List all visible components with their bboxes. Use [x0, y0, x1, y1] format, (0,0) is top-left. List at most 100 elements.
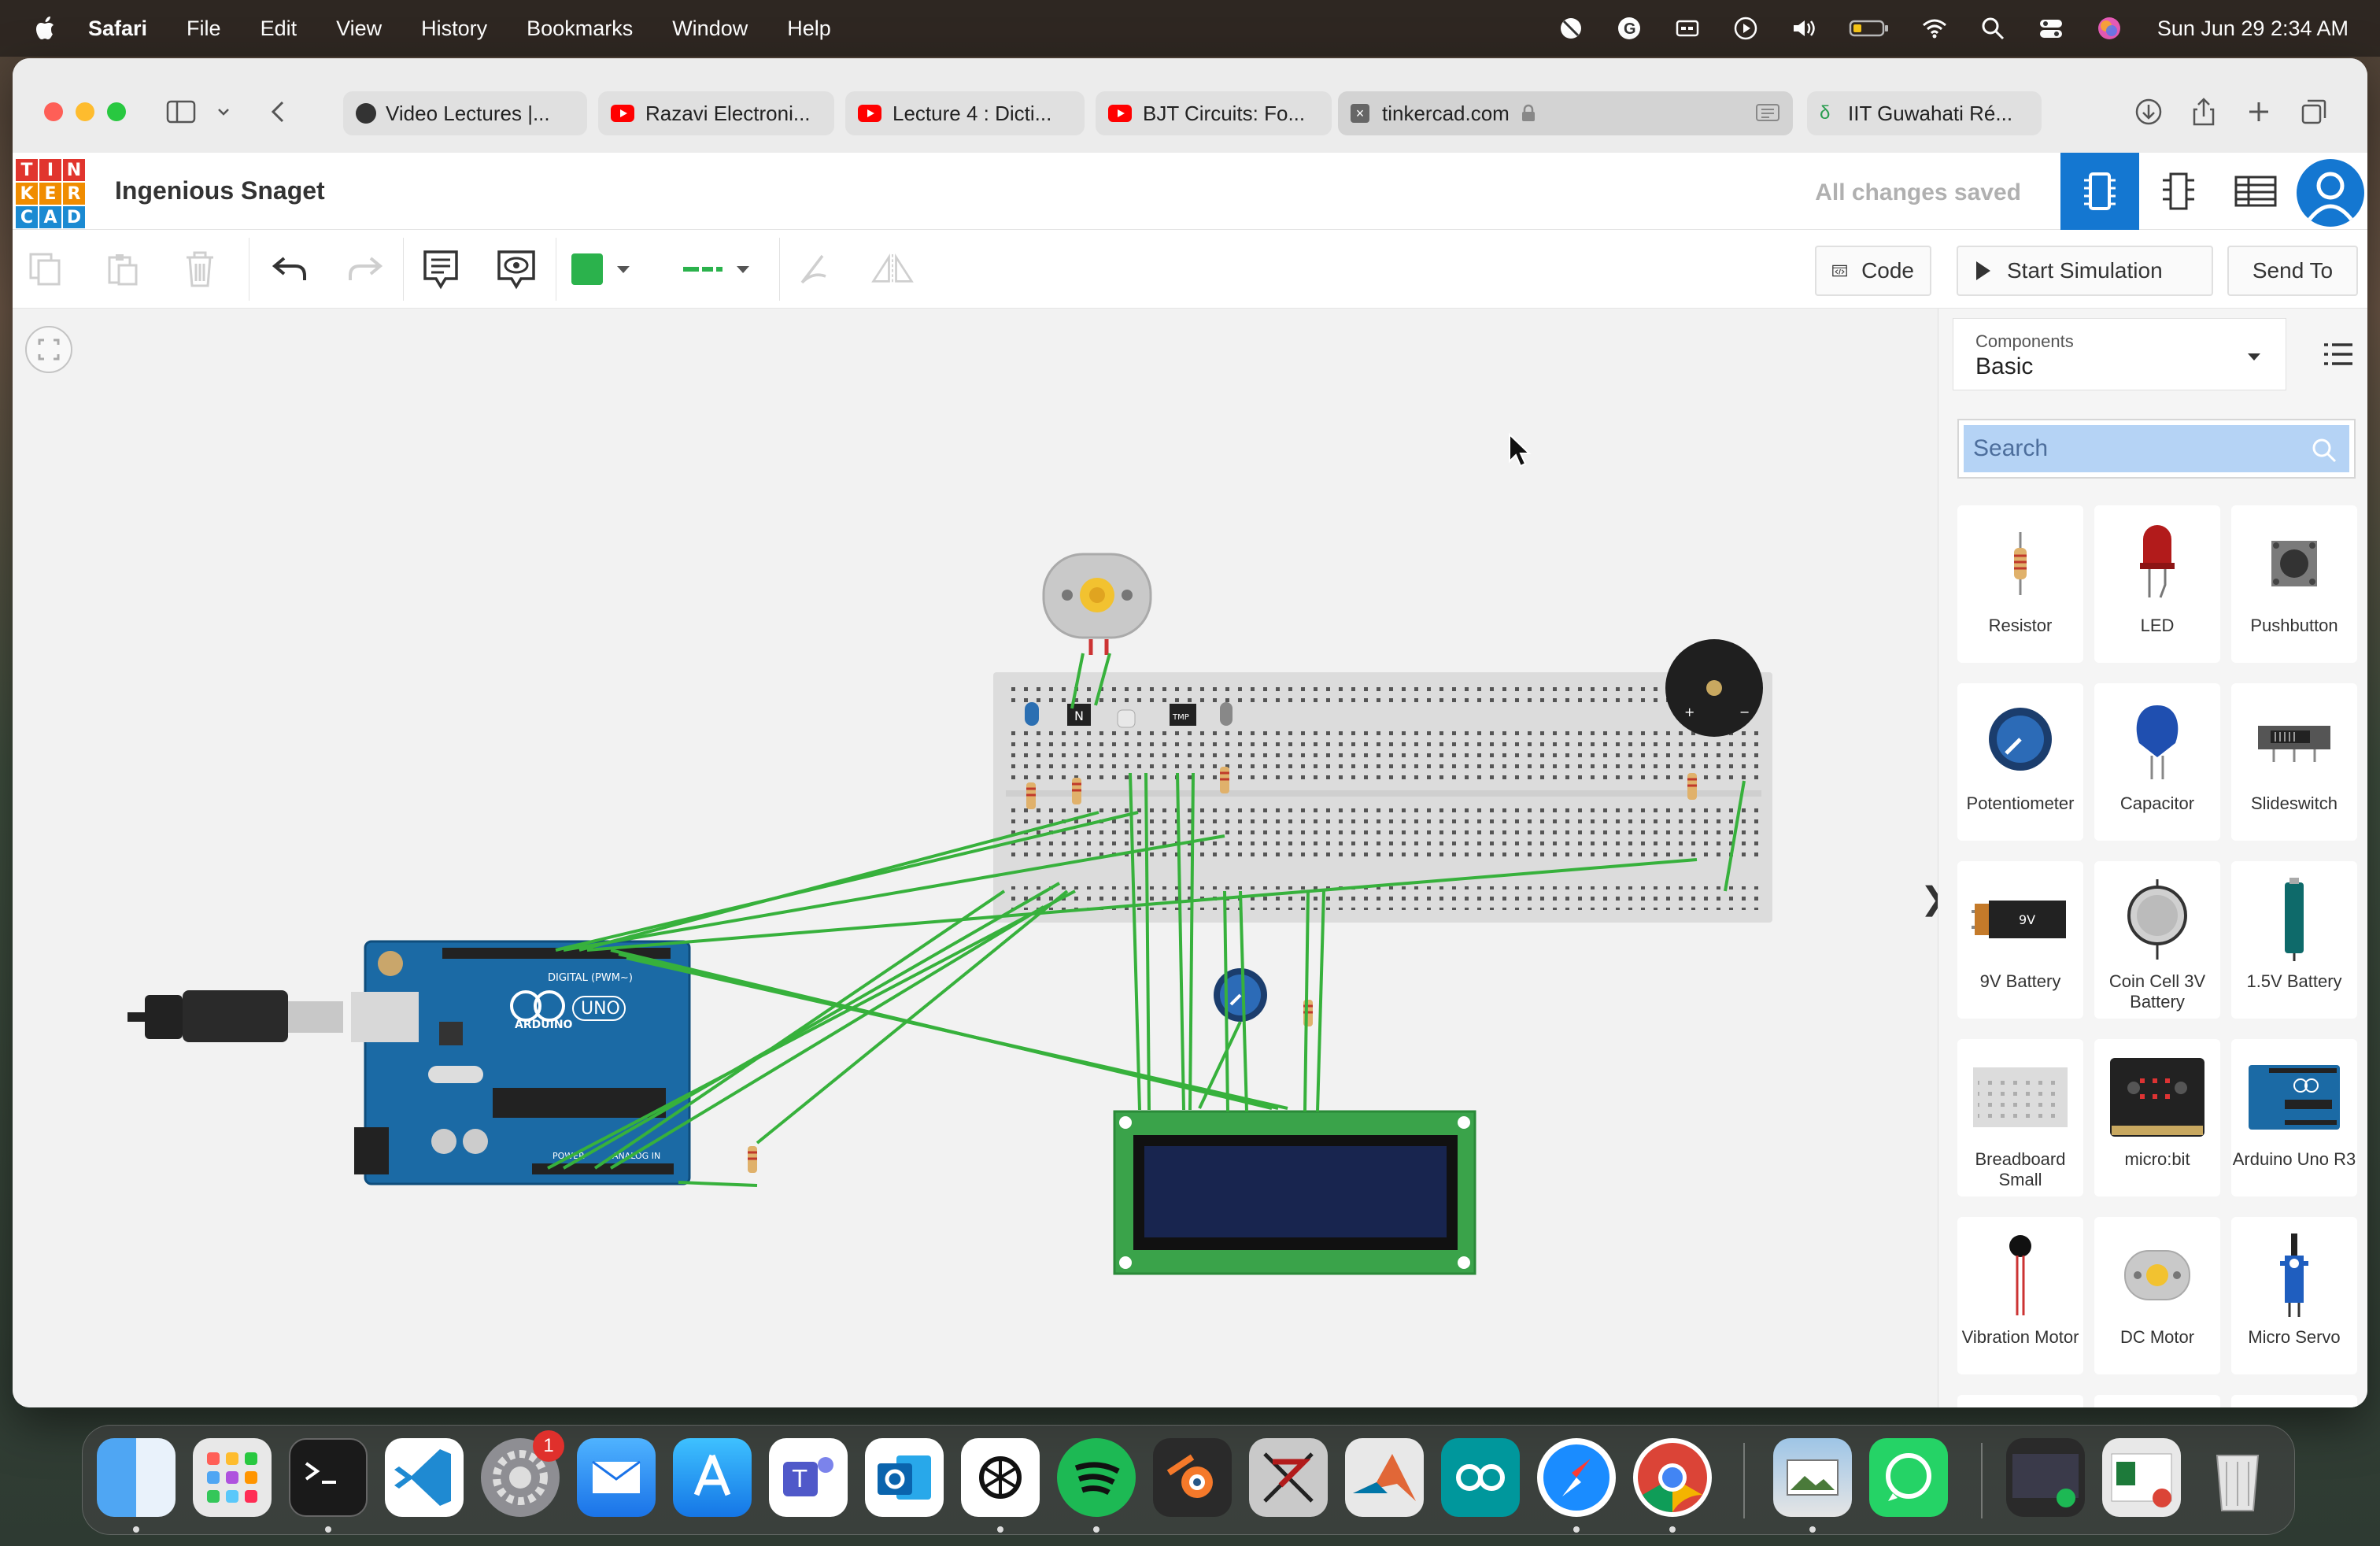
- search-input[interactable]: [1964, 425, 2349, 472]
- paste-button[interactable]: [101, 247, 145, 291]
- notes-visibility-button[interactable]: [494, 247, 538, 291]
- matlab-dock-icon[interactable]: [1345, 1438, 1424, 1517]
- redo-button[interactable]: [343, 247, 387, 291]
- component-card-microbit[interactable]: micro:bit: [2094, 1039, 2220, 1196]
- component-card-arduino-uno[interactable]: Arduino Uno R3: [2231, 1039, 2357, 1196]
- circuit-view-button[interactable]: [2060, 153, 2139, 230]
- reader-icon[interactable]: [1755, 102, 1780, 124]
- usb-cable[interactable]: [128, 990, 419, 1042]
- menu-file[interactable]: File: [187, 17, 221, 41]
- component-card-capacitor[interactable]: Capacitor: [2094, 683, 2220, 841]
- menu-help[interactable]: Help: [787, 17, 831, 41]
- dc-motor[interactable]: [1042, 553, 1152, 655]
- potentiometer[interactable]: [1214, 968, 1267, 1022]
- code-button[interactable]: Code: [1815, 246, 1931, 296]
- spotify-dock-icon[interactable]: [1057, 1438, 1136, 1517]
- components-library-dropdown[interactable]: Components Basic: [1953, 318, 2286, 390]
- component-card-coin-cell[interactable]: Coin Cell 3V Battery: [2094, 861, 2220, 1019]
- chatgpt-dock-icon[interactable]: [961, 1438, 1040, 1517]
- system-settings-dock-icon[interactable]: 1: [481, 1430, 564, 1517]
- outlook-dock-icon[interactable]: [865, 1438, 944, 1517]
- chrome-dock-icon[interactable]: [1633, 1438, 1712, 1517]
- tab-video-lectures[interactable]: Video Lectures |...: [343, 91, 587, 135]
- search-icon[interactable]: [2310, 436, 2338, 464]
- zoom-window-button[interactable]: [107, 102, 126, 121]
- blender-dock-icon[interactable]: [1153, 1438, 1232, 1517]
- siri-icon[interactable]: [2096, 15, 2123, 42]
- safari-dock-icon[interactable]: [1537, 1438, 1616, 1517]
- arduino-ide-dock-icon[interactable]: [1441, 1438, 1520, 1517]
- component-card-9v-battery[interactable]: 9V 9V Battery: [1957, 861, 2083, 1019]
- wire-type-dropdown[interactable]: [683, 247, 749, 291]
- terminal-dock-icon[interactable]: [289, 1438, 368, 1517]
- menu-window[interactable]: Window: [672, 17, 748, 41]
- wire-color-dropdown[interactable]: [571, 247, 630, 291]
- minimize-window-button[interactable]: [76, 102, 94, 121]
- wifi-icon[interactable]: [1921, 15, 1948, 42]
- sidebar-toggle-icon[interactable]: [165, 96, 197, 128]
- schematic-view-button[interactable]: [2139, 153, 2218, 230]
- mail-dock-icon[interactable]: [577, 1438, 656, 1517]
- rotate-button[interactable]: [793, 247, 837, 291]
- battery-icon[interactable]: [1849, 15, 1890, 42]
- component-card-slideswitch[interactable]: Slideswitch: [2231, 683, 2357, 841]
- menu-safari[interactable]: Safari: [88, 17, 147, 41]
- menu-view[interactable]: View: [336, 17, 382, 41]
- copy-button[interactable]: [24, 247, 68, 291]
- component-list-view-button[interactable]: [2216, 153, 2295, 230]
- caption-icon[interactable]: [1674, 15, 1701, 42]
- component-card-pushbutton[interactable]: Pushbutton: [2231, 505, 2357, 663]
- list-view-icon[interactable]: [2323, 340, 2354, 368]
- component-card-breadboard-small[interactable]: Breadboard Small: [1957, 1039, 2083, 1196]
- tinkercad-logo[interactable]: TIN KER CAD: [16, 159, 85, 228]
- delete-button[interactable]: [178, 247, 222, 291]
- trash-dock-icon[interactable]: [2198, 1438, 2277, 1517]
- component-card-partial[interactable]: [1957, 1395, 2083, 1407]
- lcd-16x2[interactable]: [1113, 1110, 1476, 1275]
- ltspice-dock-icon[interactable]: [1249, 1438, 1328, 1517]
- piezo-buzzer[interactable]: + −: [1665, 639, 1763, 737]
- tab-iit-guwahati[interactable]: δ IIT Guwahati Ré...: [1807, 91, 2042, 135]
- notes-button[interactable]: [419, 247, 463, 291]
- component-card-dc-motor[interactable]: DC Motor: [2094, 1217, 2220, 1374]
- vscode-dock-icon[interactable]: [385, 1438, 464, 1517]
- close-tab-icon[interactable]: ×: [1351, 104, 1369, 123]
- tab-tinkercad[interactable]: × tinkercad.com: [1338, 91, 1793, 135]
- recent-document-dock-icon[interactable]: [2102, 1438, 2181, 1517]
- component-card-resistor[interactable]: Resistor: [1957, 505, 2083, 663]
- arduino-uno-board[interactable]: DIGITAL (PWM~) ARDUINO UNO POWER ANALOG …: [354, 940, 691, 1185]
- no-access-icon[interactable]: [1558, 15, 1584, 42]
- control-center-icon[interactable]: [2038, 15, 2064, 42]
- teams-dock-icon[interactable]: T: [769, 1438, 848, 1517]
- design-title[interactable]: Ingenious Snaget: [115, 176, 325, 205]
- tab-lecture-4[interactable]: Lecture 4 : Dicti...: [845, 91, 1085, 135]
- panel-collapse-icon[interactable]: ❯: [1920, 875, 1947, 923]
- component-card-vibration-motor[interactable]: Vibration Motor: [1957, 1217, 2083, 1374]
- menu-history[interactable]: History: [421, 17, 487, 41]
- spotlight-search-icon[interactable]: [1979, 15, 2006, 42]
- menu-bookmarks[interactable]: Bookmarks: [527, 17, 633, 41]
- back-icon[interactable]: [263, 96, 294, 128]
- send-to-button[interactable]: Send To: [2227, 246, 2358, 296]
- component-card-micro-servo[interactable]: Micro Servo: [2231, 1217, 2357, 1374]
- tab-group-chevron-icon[interactable]: [214, 96, 233, 128]
- recent-window-dock-icon[interactable]: [2006, 1438, 2085, 1517]
- component-card-aa-battery[interactable]: 1.5V Battery: [2231, 861, 2357, 1019]
- component-card-partial[interactable]: [2231, 1395, 2357, 1407]
- menu-edit[interactable]: Edit: [261, 17, 298, 41]
- component-card-potentiometer[interactable]: Potentiometer: [1957, 683, 2083, 841]
- user-avatar[interactable]: [2297, 159, 2364, 227]
- launchpad-dock-icon[interactable]: [193, 1438, 272, 1517]
- tab-overview-icon[interactable]: [2298, 96, 2330, 128]
- circuit-canvas[interactable]: + − N TMP DIGITAL (PWM~) ARDUINO UNO POW…: [13, 309, 1947, 1407]
- play-icon[interactable]: [1732, 15, 1759, 42]
- volume-icon[interactable]: [1791, 15, 1817, 42]
- component-card-led[interactable]: LED: [2094, 505, 2220, 663]
- undo-button[interactable]: [268, 247, 312, 291]
- tab-razavi-electronics[interactable]: Razavi Electroni...: [598, 91, 834, 135]
- finder-dock-icon[interactable]: [97, 1438, 176, 1517]
- downloads-icon[interactable]: [2133, 96, 2164, 128]
- grammarly-icon[interactable]: G: [1616, 15, 1643, 42]
- start-simulation-button[interactable]: Start Simulation: [1957, 246, 2213, 296]
- preview-dock-icon[interactable]: [1773, 1438, 1852, 1517]
